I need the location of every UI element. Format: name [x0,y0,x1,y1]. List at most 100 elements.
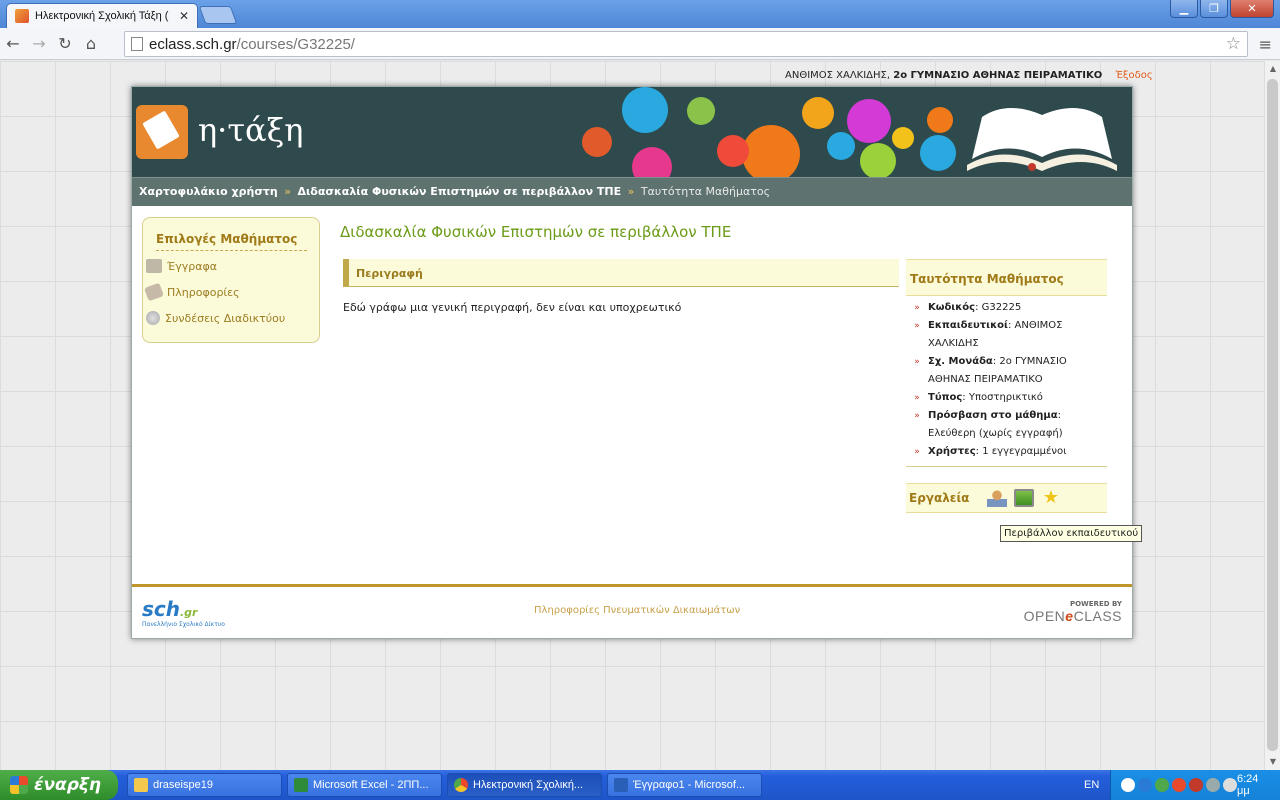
tray-network-icon[interactable] [1138,778,1152,792]
identity-label: Χρήστες [928,446,976,457]
browser-tab[interactable]: Ηλεκτρονική Σχολική Τάξη ( ✕ [6,3,198,28]
sch-logo-text: sch [142,597,180,621]
tray-volume-icon[interactable] [1223,778,1237,792]
openeclass-e: e [1065,608,1074,624]
vertical-scrollbar[interactable]: ▲ ▼ [1264,61,1280,770]
task-word[interactable]: Έγγραφο1 - Microsof... [607,773,762,797]
sidebar-item-documents[interactable]: Έγγραφα [143,253,319,279]
sch-logo-gr: .gr [180,606,198,619]
reload-button[interactable]: ↻ [52,34,78,53]
bullet-icon: » [914,321,920,331]
sidebar-item-label: Συνδέσεις Διαδικτύου [165,311,286,325]
bullet-icon: » [914,393,920,403]
wrench-menu-icon[interactable]: ≡ [1259,35,1272,54]
logout-link[interactable]: Έξοδος [1115,70,1152,81]
folder-icon [134,778,148,792]
globe-icon [146,311,160,325]
scroll-thumb[interactable] [1267,79,1278,751]
close-window-button[interactable]: ✕ [1230,0,1274,18]
scroll-down-arrow-icon[interactable]: ▼ [1265,754,1280,770]
eclass-favicon-icon [15,9,29,23]
home-button[interactable]: ⌂ [78,34,104,53]
identity-row-access: » Πρόσβαση στο μάθημα: Ελεύθερη (χωρίς ε… [906,407,1107,443]
favorite-star-icon[interactable]: ★ [1041,489,1061,507]
address-bar[interactable]: eclass.sch.gr/courses/G32225/ ☆ [124,31,1248,57]
bookmark-star-icon[interactable]: ☆ [1226,34,1241,54]
user-school: 2ο ΓΥΜΝΑΣΙΟ ΑΘΗΝΑΣ ΠΕΙΡΑΜΑΤΙΚΟ [893,70,1103,81]
breadcrumb: Χαρτοφυλάκιο χρήστη » Διδασκαλία Φυσικών… [132,177,1132,206]
breadcrumb-course-link[interactable]: Διδασκαλία Φυσικών Επιστημών σε περιβάλλ… [297,185,621,198]
identity-value: G32225 [981,302,1022,313]
identity-value: Υποστηρικτικό [968,392,1043,403]
identity-label: Πρόσβαση στο μάθημα [928,410,1058,421]
identity-value: 1 εγγεγραμμένοι [982,446,1067,457]
maximize-button[interactable]: ❐ [1200,0,1228,18]
windows-taskbar: έναρξη draseispe19 Microsoft Excel - 2ΠΠ… [0,770,1280,800]
forward-button[interactable]: → [26,34,52,53]
bullet-icon: » [914,357,920,367]
system-tray: 6:24 μμ [1110,770,1280,800]
student-view-icon[interactable] [1014,489,1034,507]
sidebar-item-label: Πληροφορίες [167,285,240,299]
identity-row-code: » Κωδικός: G32225 [906,299,1107,317]
identity-label: Τύπος [928,392,963,403]
sch-subtitle: Πανελλήνιο Σχολικό Δίκτυο [142,621,225,628]
bullet-icon: » [914,303,920,313]
back-button[interactable]: ← [0,34,26,53]
user-bar: ΑΝΘΙΜΟΣ ΧΑΛΚΙΔΗΣ, 2ο ΓΥΜΝΑΣΙΟ ΑΘΗΝΑΣ ΠΕΙ… [785,70,1153,81]
task-excel[interactable]: Microsoft Excel - 2ΠΠ... [287,773,442,797]
identity-row-type: » Τύπος: Υποστηρικτικό [906,389,1107,407]
clock[interactable]: 6:24 μμ [1237,773,1268,797]
windows-flag-icon [10,776,28,794]
teacher-environment-icon[interactable] [987,489,1007,507]
eclass-logo-icon[interactable] [136,105,188,159]
sidebar-item-information[interactable]: Πληροφορίες [143,279,319,305]
openeclass-class: CLASS [1073,608,1122,624]
bullet-icon: » [914,447,920,457]
identity-label: Σχ. Μονάδα [928,356,993,367]
identity-value: Ελεύθερη (χωρίς εγγραφή) [928,428,1063,439]
course-title: Διδασκαλία Φυσικών Επιστημών σε περιβάλλ… [340,223,732,241]
identity-row-school: » Σχ. Μονάδα: 2ο ΓΥΜΝΑΣΙΟ ΑΘΗΝΑΣ ΠΕΙΡΑΜΑ… [906,353,1107,389]
tag-icon [144,282,164,302]
banner-decoration [512,87,1132,177]
start-button[interactable]: έναρξη [0,770,118,800]
powered-by-label: POWERED BY [1069,600,1122,608]
task-label: draseispe19 [153,779,213,791]
tray-monitor-icon[interactable] [1206,778,1220,792]
sidebar-item-links[interactable]: Συνδέσεις Διαδικτύου [143,305,319,331]
url-path: /courses/G32225/ [236,35,355,53]
brand-title[interactable]: η·τάξη [198,111,303,149]
minimize-button[interactable]: ▁ [1170,0,1198,18]
course-options-sidebar: Επιλογές Μαθήματος Έγγραφα Πληροφορίες Σ… [142,217,320,343]
chrome-icon [454,778,468,792]
task-chrome[interactable]: Ηλεκτρονική Σχολική... [447,773,602,797]
url-host: eclass.sch.gr [149,35,237,53]
page-footer: sch.gr Πανελλήνιο Σχολικό Δίκτυο Πληροφο… [132,584,1132,638]
sch-logo[interactable]: sch.gr [142,597,197,621]
tray-update-icon[interactable] [1155,778,1169,792]
description-text: Εδώ γράφω μια γενική περιγραφή, δεν είνα… [343,301,682,314]
openeclass-open: OPEN [1023,608,1066,624]
word-icon [614,778,628,792]
tools-label: Εργαλεία [909,491,970,505]
scroll-up-arrow-icon[interactable]: ▲ [1265,61,1280,77]
new-tab-button[interactable] [198,6,238,24]
task-folder[interactable]: draseispe19 [127,773,282,797]
breadcrumb-portfolio-link[interactable]: Χαρτοφυλάκιο χρήστη [139,185,278,198]
tray-expand-icon[interactable] [1121,778,1135,792]
tray-antivirus-icon[interactable] [1172,778,1186,792]
language-indicator[interactable]: EN [1084,779,1099,791]
breadcrumb-current: Ταυτότητα Μαθήματος [640,185,771,198]
copyright-link[interactable]: Πληροφορίες Πνευματικών Δικαιωμάτων [534,605,740,616]
start-label: έναρξη [34,775,102,795]
tray-ati-icon[interactable] [1189,778,1203,792]
breadcrumb-separator: » [627,185,635,198]
browser-titlebar: Ηλεκτρονική Σχολική Τάξη ( ✕ ▁ ❐ ✕ [0,0,1280,28]
powered-by-openeclass[interactable]: POWERED BY OPENeCLASS [1024,600,1122,624]
browser-toolbar: ← → ↻ ⌂ eclass.sch.gr/courses/G32225/ ☆ … [0,28,1280,60]
identity-row-users: » Χρήστες: 1 εγγεγραμμένοι [906,443,1107,461]
tab-close-button[interactable]: ✕ [179,9,189,23]
tab-title: Ηλεκτρονική Σχολική Τάξη ( [35,10,169,22]
task-label: Έγγραφο1 - Microsof... [633,779,746,791]
